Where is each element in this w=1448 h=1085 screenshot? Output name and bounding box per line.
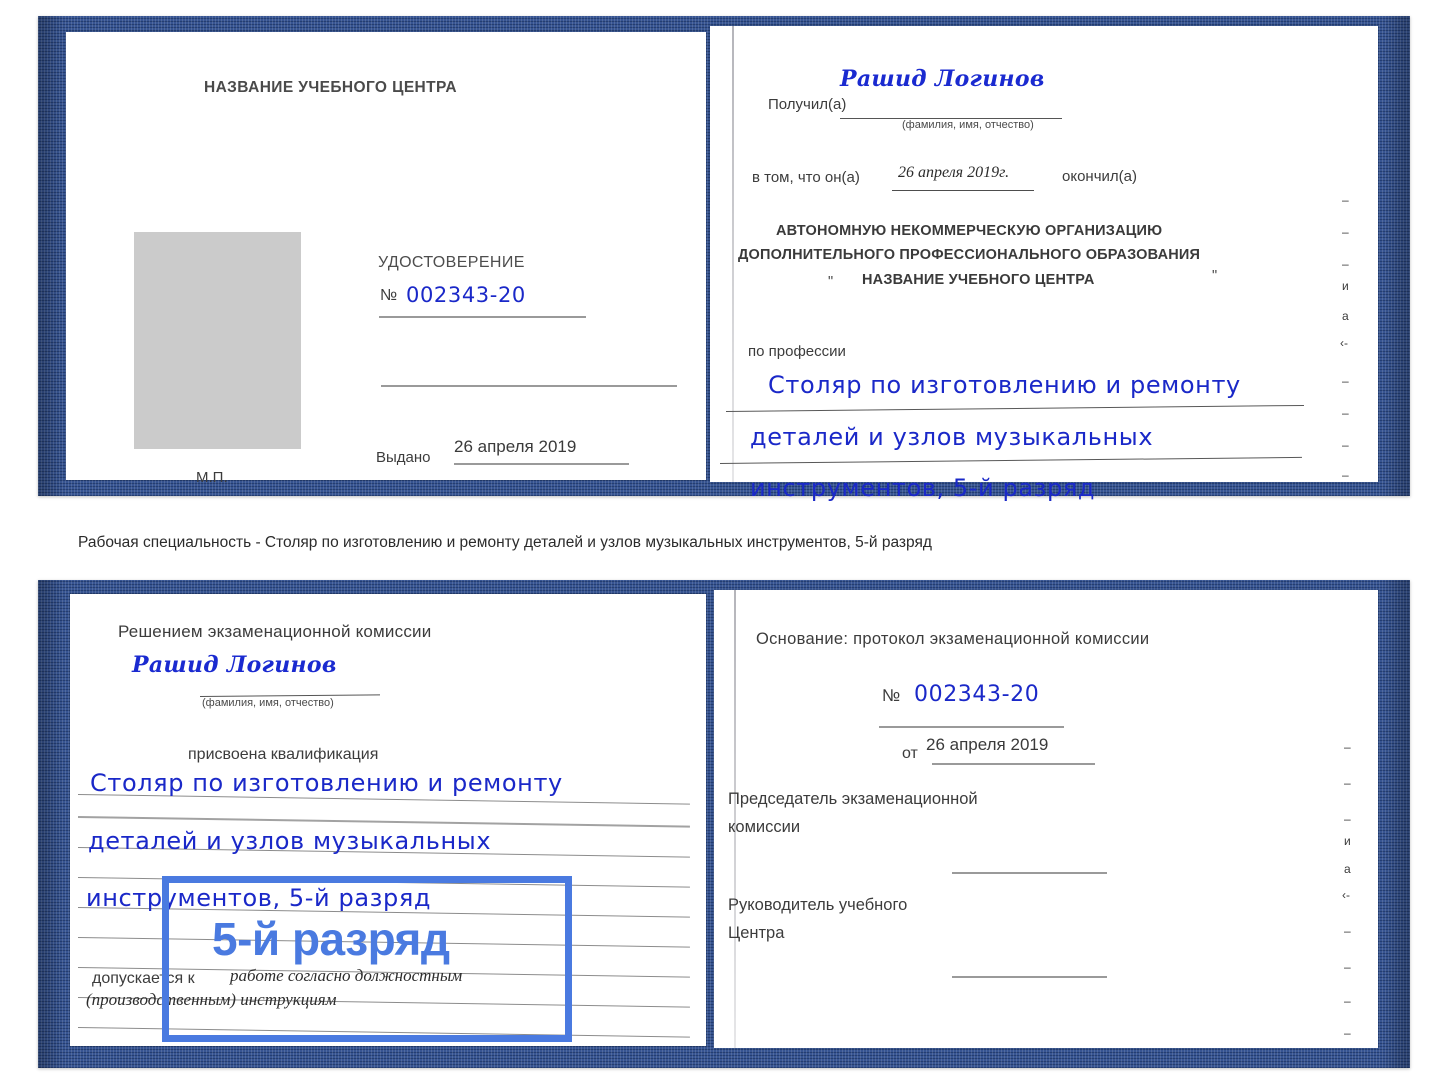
edge-fragment-6: –: [1342, 374, 1349, 388]
profession-rule-1: [725, 404, 1304, 412]
blank-rule: [381, 385, 677, 387]
photo-placeholder: [134, 232, 301, 449]
profession-line-1: Столяр по изготовлению и ремонту: [768, 371, 1241, 399]
number-rule: [379, 316, 586, 318]
chairman-signature-rule: [952, 872, 1107, 874]
edge-fragment-2: –: [1342, 257, 1349, 271]
issued-label: Выдано: [376, 449, 431, 466]
issued-date-value: 26 апреля 2019: [454, 437, 577, 456]
edge-fragment-b7: –: [1344, 960, 1351, 974]
org-line-2: ДОПОЛНИТЕЛЬНОГО ПРОФЕССИОНАЛЬНОГО ОБРАЗО…: [738, 247, 1201, 263]
protocol-number-value: 002343-20: [914, 682, 1040, 707]
bottom-certificate-left-page: Решением экзаменационной комиссии Рашид …: [70, 594, 706, 1046]
decision-title: Решением экзаменационной комиссии: [118, 622, 432, 641]
finished-label: окончил(а): [1062, 168, 1137, 185]
edge-fragment-b0: –: [1344, 740, 1351, 754]
top-certificate-left-page: НАЗВАНИЕ УЧЕБНОГО ЦЕНТРА УДОСТОВЕРЕНИЕ №…: [66, 32, 706, 486]
certificate-bottom: Решением экзаменационной комиссии Рашид …: [38, 580, 1410, 1068]
number-prefix: №: [380, 287, 398, 304]
stamp-place-label: М.П.: [196, 469, 228, 486]
org-quote-open: ": [828, 274, 834, 290]
qualification-line-1: Столяр по изготовлению и ремонту: [90, 769, 563, 797]
edge-fragment-3: и: [1342, 279, 1349, 293]
certificate-top: НАЗВАНИЕ УЧЕБНОГО ЦЕНТРА УДОСТОВЕРЕНИЕ №…: [38, 16, 1410, 502]
edge-fragment-b5: ‹-: [1342, 888, 1350, 902]
edge-fragment-b3: и: [1344, 834, 1351, 848]
top-certificate-right-page: Получил(а) Рашид Логинов (фамилия, имя, …: [710, 26, 1378, 502]
head-signature-rule: [952, 976, 1107, 978]
edge-fragment-4: а: [1342, 309, 1349, 323]
edge-fragment-5: ‹-: [1340, 336, 1348, 350]
protocol-number-prefix: №: [882, 686, 901, 705]
profession-line-3: инструментов, 5-й разряд: [750, 474, 1096, 502]
profession-rule-2: [719, 456, 1302, 464]
edge-fragment-b8: –: [1344, 994, 1351, 1008]
basis-label: Основание: протокол экзаменационной коми…: [756, 630, 1150, 648]
from-label: от: [902, 745, 918, 762]
bottom-certificate-right-page: Основание: протокол экзаменационной коми…: [714, 590, 1378, 1048]
in-that-label: в том, что он(а): [752, 169, 860, 186]
page-title: НАЗВАНИЕ УЧЕБНОГО ЦЕНТРА: [204, 79, 457, 96]
caption-text: Рабочая специальность - Столяр по изгото…: [78, 534, 932, 551]
fio-hint-bottom: (фамилия, имя, отчество): [202, 697, 334, 709]
head-line-2: Центра: [728, 924, 785, 942]
received-name-value: Рашид Логинов: [840, 66, 1045, 92]
org-line-1: АВТОНОМНУЮ НЕКОММЕРЧЕСКУЮ ОРГАНИЗАЦИЮ: [776, 223, 1163, 239]
from-date-rule: [932, 763, 1095, 765]
edge-fragment-b2: –: [1344, 812, 1351, 826]
edge-fragment-b9: –: [1344, 1026, 1351, 1040]
org-quote-close: ": [1212, 268, 1218, 284]
fio-hint: (фамилия, имя, отчество): [902, 119, 1034, 131]
org-line-3: НАЗВАНИЕ УЧЕБНОГО ЦЕНТРА: [862, 272, 1095, 288]
from-date-value: 26 апреля 2019: [926, 735, 1049, 754]
edge-fragment-b1: –: [1344, 776, 1351, 790]
profession-line-2: деталей и узлов музыкальных: [750, 423, 1154, 451]
ruled-line-2: [77, 816, 690, 828]
decision-name-value: Рашид Логинов: [132, 652, 337, 678]
qualification-line-2: деталей и узлов музыкальных: [88, 827, 492, 855]
highlight-label: 5-й разряд: [212, 913, 450, 965]
edge-fragment-1: –: [1342, 225, 1349, 239]
chairman-line-2: комиссии: [728, 818, 801, 836]
document-type-label: УДОСТОВЕРЕНИЕ: [378, 254, 525, 271]
head-line-1: Руководитель учебного: [728, 896, 908, 914]
issued-rule: [454, 463, 629, 465]
edge-fragment-9: –: [1342, 468, 1349, 482]
chairman-line-1: Председатель экзаменационной: [728, 790, 978, 808]
profession-label: по профессии: [748, 343, 846, 360]
edge-fragment-0: –: [1342, 193, 1349, 207]
qualification-label: присвоена квалификация: [188, 746, 379, 763]
protocol-number-rule: [879, 726, 1064, 728]
edge-fragment-b6: –: [1344, 924, 1351, 938]
edge-fragment-7: –: [1342, 406, 1349, 420]
received-label: Получил(а): [768, 96, 847, 113]
certificate-number-value: 002343-20: [406, 283, 526, 307]
edge-fragment-b4: а: [1344, 862, 1351, 876]
in-that-date-value: 26 апреля 2019г.: [898, 164, 1010, 181]
in-that-rule: [892, 190, 1034, 191]
edge-fragment-8: –: [1342, 438, 1349, 452]
